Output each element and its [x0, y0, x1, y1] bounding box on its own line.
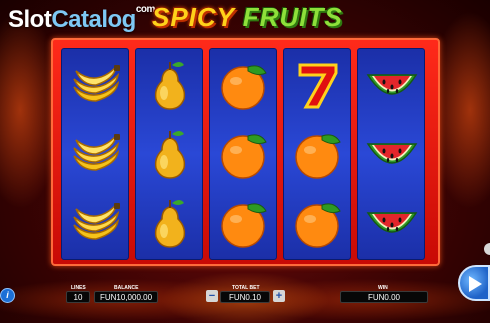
logo-part1: SPICY: [152, 2, 235, 32]
banana-symbol: [68, 126, 124, 182]
banana-icon: [73, 133, 120, 171]
pear-symbol: [142, 126, 198, 182]
banana-symbol: [68, 195, 124, 251]
pear-symbol: [142, 57, 198, 113]
spin-button[interactable]: [458, 265, 490, 301]
orange-symbol: [290, 195, 346, 251]
watermelon-icon: [366, 212, 418, 233]
orange-symbol: [216, 195, 272, 251]
watermelon-symbol: [364, 57, 420, 113]
orange-icon: [221, 65, 267, 110]
play-icon: [469, 276, 482, 292]
reel-4: [283, 48, 351, 260]
pear-icon: [154, 200, 186, 248]
reel-2: [135, 48, 203, 260]
info-icon: i: [6, 290, 9, 300]
reel-5: [357, 48, 425, 260]
game-logo: SPICY FRUITS: [152, 2, 343, 33]
watermelon-icon: [366, 74, 418, 95]
seven-icon: [298, 63, 338, 109]
banana-icon: [73, 64, 120, 102]
orange-symbol: [290, 126, 346, 182]
info-button[interactable]: i: [0, 288, 15, 303]
bet-increase-button[interactable]: +: [273, 290, 285, 302]
bet-decrease-button[interactable]: −: [206, 290, 218, 302]
slotcatalog-watermark: SlotCatalogcom: [8, 4, 155, 34]
reel-1: [61, 48, 129, 260]
pear-icon: [154, 131, 186, 179]
win-value: FUN0.00: [340, 291, 428, 303]
watermark-part2: Catalog: [51, 6, 136, 33]
pear-icon: [154, 62, 186, 110]
watermelon-icon: [366, 143, 418, 164]
watermelon-symbol: [364, 195, 420, 251]
watermelon-symbol: [364, 126, 420, 182]
orange-symbol: [216, 57, 272, 113]
reels-frame: [51, 38, 440, 266]
watermark-part1: Slot: [8, 6, 52, 33]
lines-value: 10: [66, 291, 90, 303]
total-bet-value: FUN0.10: [220, 291, 270, 303]
orange-icon: [295, 134, 341, 179]
side-menu-tab[interactable]: [484, 243, 490, 255]
seven-symbol: [290, 57, 346, 113]
reel-3: [209, 48, 277, 260]
orange-icon: [295, 203, 341, 248]
logo-part2: FRUITS: [242, 2, 343, 32]
orange-icon: [221, 134, 267, 179]
banana-icon: [73, 202, 120, 240]
balance-value: FUN10,000.00: [94, 291, 158, 303]
orange-symbol: [216, 126, 272, 182]
pear-symbol: [142, 195, 198, 251]
orange-icon: [221, 203, 267, 248]
banana-symbol: [68, 57, 124, 113]
